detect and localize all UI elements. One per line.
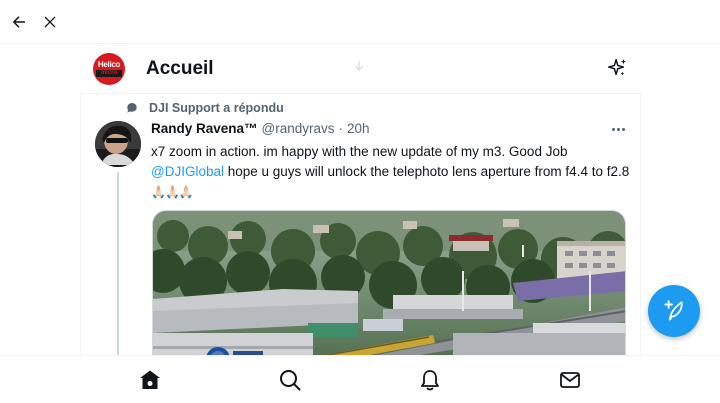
reply-bubble-icon (127, 103, 137, 113)
profile-logo[interactable]: Helico micro (93, 53, 125, 85)
close-button[interactable] (38, 10, 62, 34)
arrow-left-icon (12, 16, 25, 28)
top-tweets-button[interactable] (606, 57, 630, 81)
compose-tweet-button[interactable] (648, 285, 700, 337)
tweet-time[interactable]: 20h (347, 121, 370, 136)
praying-hands-emoji: 🙏🏻🙏🏻🙏🏻 (151, 185, 194, 199)
page-title: Accueil (146, 58, 214, 79)
logo-text-line1: Helico (97, 60, 121, 69)
separator-dot: · (338, 121, 344, 136)
sparkle-icon (608, 58, 627, 76)
more-options-button[interactable] (607, 121, 629, 137)
tweet-media[interactable] (152, 210, 626, 355)
search-icon (280, 370, 301, 391)
close-icon (44, 16, 56, 28)
tweet-text-part1: x7 zoom in action. im happy with the new… (151, 144, 568, 159)
nav-search[interactable] (278, 368, 302, 392)
timeline: DJI Support a répondu Randy Ravena™ @ran… (80, 93, 641, 355)
tweet-header: Randy Ravena™ @randyravs · 20h (151, 121, 370, 136)
feather-plus-icon (664, 300, 683, 321)
reply-context: DJI Support a répondu (125, 101, 284, 115)
timeline-header: Helico micro Accueil (80, 45, 641, 93)
reply-context-text: DJI Support a répondu (149, 101, 284, 115)
author-avatar[interactable] (95, 121, 141, 167)
mention-link[interactable]: @DJIGlobal (151, 164, 224, 179)
nav-notifications[interactable] (418, 368, 442, 392)
more-dot-icon (611, 127, 615, 131)
avatar-image (95, 121, 141, 167)
more-dot-icon (621, 127, 625, 131)
author-handle[interactable]: @randyravs (262, 121, 335, 136)
tweet-text: x7 zoom in action. im happy with the new… (151, 142, 631, 202)
bottom-nav (0, 355, 720, 403)
thread-line (117, 172, 119, 355)
home-icon (140, 370, 160, 389)
bell-icon (421, 370, 439, 391)
logo-text-line2: micro (96, 70, 122, 77)
top-bar (0, 0, 720, 44)
back-button[interactable] (7, 10, 31, 34)
mail-icon (560, 372, 580, 388)
tweet-photo (153, 211, 625, 355)
tweet-text-part2: hope u guys will unlock the telephoto le… (223, 164, 630, 179)
more-dot-icon (616, 127, 620, 131)
nav-messages[interactable] (558, 368, 582, 392)
arrow-down-icon (354, 60, 364, 71)
nav-home[interactable] (138, 368, 162, 392)
author-name[interactable]: Randy Ravena™ (151, 121, 258, 136)
